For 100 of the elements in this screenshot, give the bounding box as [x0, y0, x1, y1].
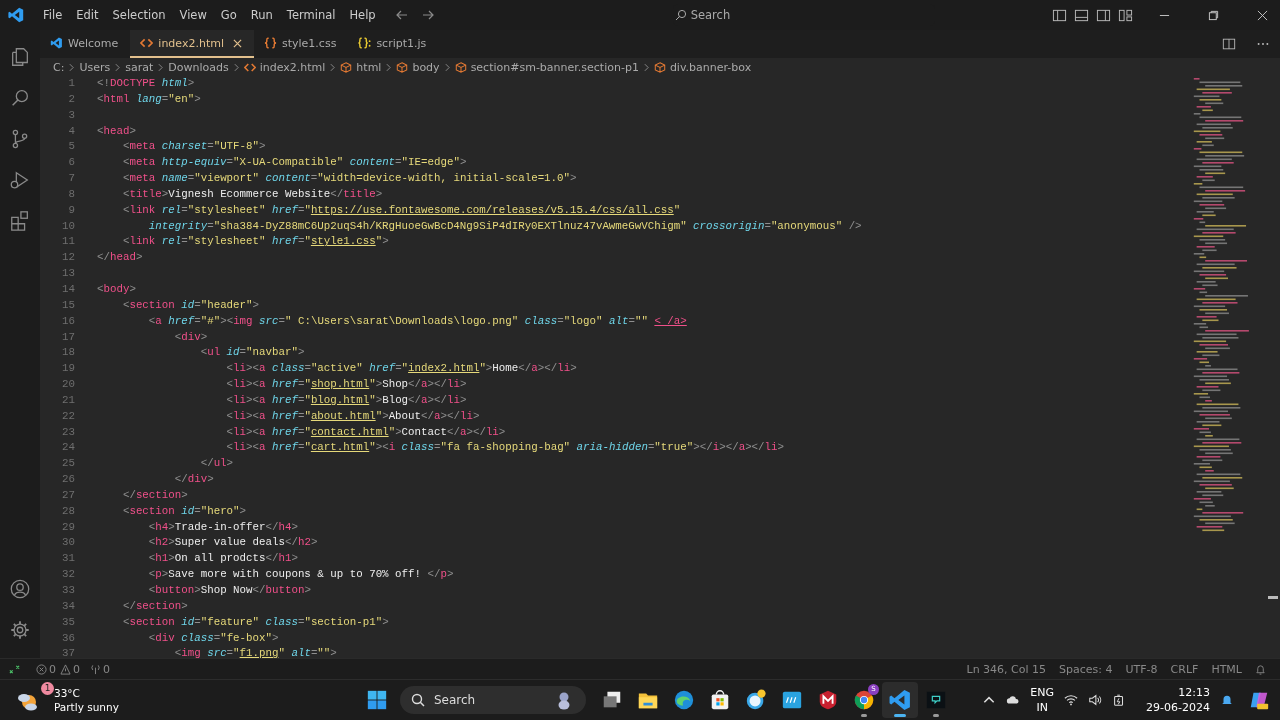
app-logo-icon: [8, 7, 24, 23]
code-line: <div>: [173, 330, 208, 343]
browser-wave-icon: [673, 689, 695, 711]
chevron-right-icon: [643, 62, 649, 72]
line-number: 28: [61, 503, 75, 519]
sidebar-toggle-icon[interactable]: [1052, 7, 1067, 23]
language-indicator[interactable]: ENG IN: [1030, 685, 1055, 715]
code-line: <li><a href="blog.html">Blog</a></li>: [225, 393, 467, 406]
notification-badge: 1: [41, 682, 54, 695]
bell-icon[interactable]: [1255, 663, 1266, 675]
menu-item[interactable]: Go: [213, 8, 244, 22]
clock[interactable]: 12:13 29-06-2024: [1146, 685, 1210, 715]
search-icon[interactable]: [9, 87, 31, 109]
breadcrumb-item[interactable]: html: [340, 60, 382, 74]
breadcrumb-item[interactable]: Downloads: [168, 60, 229, 74]
breadcrumb-item[interactable]: sarat: [125, 60, 154, 74]
menu-item[interactable]: Selection: [105, 8, 173, 22]
split-editor-icon[interactable]: [1222, 37, 1236, 51]
restore-icon[interactable]: [1208, 9, 1219, 21]
run-debug-icon[interactable]: [9, 169, 31, 191]
code-line: <li><a href="about.html">About</a></li>: [225, 409, 480, 422]
status-item[interactable]: Spaces: 4: [1059, 662, 1113, 676]
app-tile-icon: [781, 689, 803, 711]
code-line: <meta http-equiv="X-UA-Compatible" content="IE=edge">: [121, 156, 467, 169]
scrollbar-thumb[interactable]: [1268, 596, 1278, 599]
line-number: 17: [61, 329, 75, 345]
menu-item[interactable]: Edit: [69, 8, 106, 22]
browser-icon: [853, 689, 875, 711]
menu-item[interactable]: View: [172, 8, 214, 22]
line-number: 23: [61, 424, 75, 440]
error-icon[interactable]: [36, 663, 47, 675]
line-number: 25: [61, 456, 75, 472]
line-number: 7: [67, 171, 75, 187]
menu-item[interactable]: Help: [342, 8, 383, 22]
line-number: 24: [61, 440, 75, 456]
breadcrumb-item[interactable]: Users: [79, 60, 111, 74]
temperature-text: 33°C: [54, 686, 81, 700]
running-indicator: [894, 714, 906, 717]
breadcrumb-item[interactable]: div.banner-box: [653, 60, 752, 74]
menu-item[interactable]: Terminal: [279, 8, 343, 22]
line-number: 21: [61, 392, 75, 408]
chevron-right-icon: [233, 62, 239, 72]
code-line: </div>: [173, 473, 214, 486]
line-number: 27: [61, 487, 75, 503]
status-item[interactable]: UTF-8: [1125, 662, 1158, 676]
breadcrumb-item[interactable]: section#sm-banner.section-p1: [454, 60, 639, 74]
line-number: 32: [61, 567, 75, 583]
code-line: <body>: [97, 282, 136, 295]
code-line: <li><a href="shop.html">Shop</a></li>: [225, 378, 467, 391]
line-number: 12: [61, 250, 75, 266]
remote-icon[interactable]: [9, 663, 20, 675]
error-count[interactable]: 0: [49, 662, 56, 676]
breadcrumb-item[interactable]: body: [396, 60, 440, 74]
code-brackets-icon: [140, 37, 154, 49]
ports-count[interactable]: 0: [103, 662, 110, 676]
line-number: 37: [61, 646, 75, 662]
speaker-icon[interactable]: [1088, 693, 1103, 707]
code-line: <p>Save more with coupons & up to 70% off! </p>: [147, 568, 454, 581]
secondary-sidebar-icon[interactable]: [1096, 7, 1111, 23]
cube-icon: [653, 61, 666, 73]
editor-tab[interactable]: script1.js: [348, 30, 439, 58]
status-item[interactable]: CRLF: [1170, 662, 1199, 676]
warning-count[interactable]: 0: [73, 662, 80, 676]
breadcrumb-item[interactable]: index2.html: [243, 60, 326, 74]
taskbar-search-field[interactable]: Search: [400, 686, 586, 714]
start-icon[interactable]: [366, 689, 388, 711]
editor-tab[interactable]: style1.css: [254, 30, 349, 58]
extensions-icon[interactable]: [9, 210, 31, 232]
breadcrumb-item[interactable]: C:: [53, 60, 65, 74]
warning-icon[interactable]: [60, 663, 71, 675]
line-number: 4: [67, 123, 75, 139]
taskbar-app[interactable]: [882, 682, 918, 718]
antenna-icon[interactable]: [90, 663, 101, 675]
menu-item[interactable]: File: [36, 8, 70, 22]
bell-icon[interactable]: [1220, 693, 1234, 707]
running-indicator: [861, 714, 867, 717]
panel-toggle-icon[interactable]: [1074, 7, 1089, 23]
menu-item[interactable]: Run: [243, 8, 280, 22]
files-icon[interactable]: [9, 46, 31, 68]
code-line: <h1>On all prodcts</h1>: [147, 552, 298, 565]
line-number: 33: [61, 583, 75, 598]
line-number: 5: [67, 139, 75, 155]
code-line: <img src="f1.png" alt="">: [173, 647, 337, 660]
forward-arrow-icon[interactable]: [420, 8, 435, 22]
cloud-icon[interactable]: [1006, 693, 1021, 707]
close-icon[interactable]: [233, 38, 242, 48]
settings-icon[interactable]: [9, 619, 31, 641]
chevron-right-icon: [158, 62, 164, 72]
status-item[interactable]: HTML: [1211, 662, 1242, 676]
layout-icon[interactable]: [1118, 7, 1133, 23]
account-icon[interactable]: [9, 578, 31, 600]
status-item[interactable]: Ln 346, Col 15: [966, 662, 1047, 676]
editor-tab[interactable]: Welcome: [40, 30, 131, 58]
line-number: 22: [61, 408, 75, 424]
wifi-icon[interactable]: [1064, 693, 1079, 707]
editor-tab[interactable]: index2.html: [130, 30, 254, 58]
back-arrow-icon[interactable]: [394, 8, 409, 22]
line-number: 29: [61, 519, 75, 535]
close-icon[interactable]: [1257, 9, 1268, 21]
code-line: <section id="feature" class="section-p1">: [121, 615, 389, 628]
